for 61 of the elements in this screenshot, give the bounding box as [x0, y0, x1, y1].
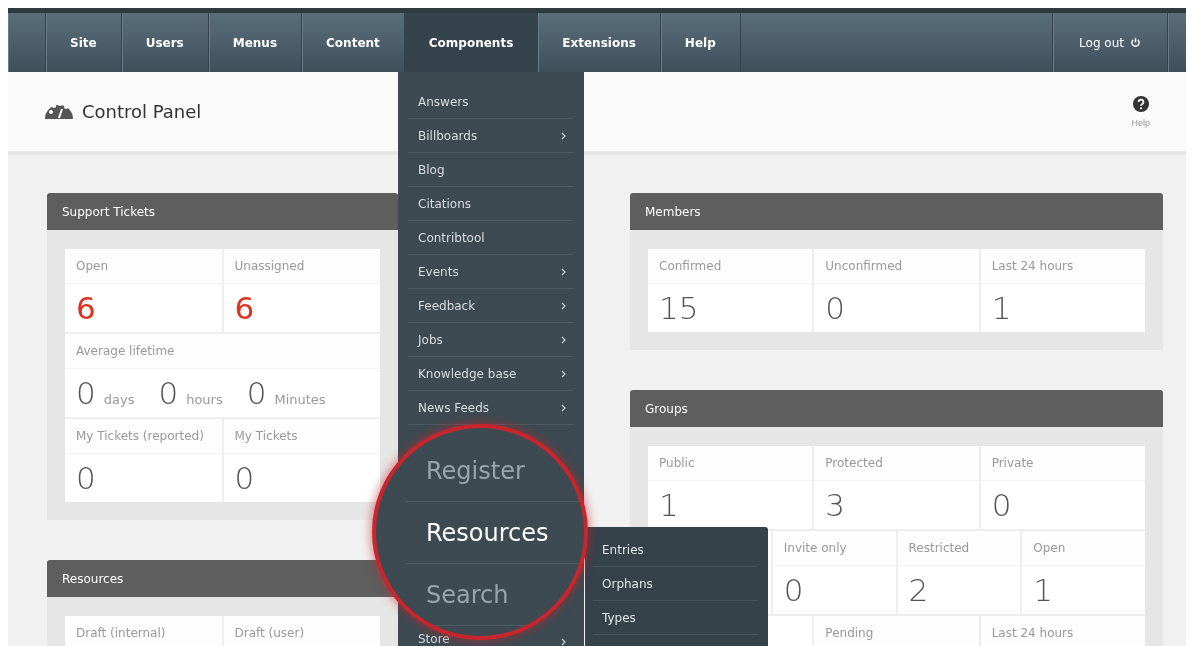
stat-value: 0: [991, 487, 1012, 523]
panel-title: Members: [645, 204, 701, 219]
menu-item[interactable]: Jobs: [408, 323, 574, 357]
stat-label: Confirmed: [659, 259, 722, 273]
stat-label: Unassigned: [234, 259, 305, 273]
menu-item[interactable]: Blog: [408, 153, 574, 187]
submenu-item[interactable]: Orphans: [593, 567, 758, 601]
stat-label: Protected: [825, 456, 883, 470]
menu-item[interactable]: Knowledge base: [408, 357, 574, 391]
stat-value: 2: [908, 572, 929, 608]
stat-label: Pending: [825, 626, 874, 640]
stat-label: Average lifetime: [76, 344, 175, 358]
stat-value: 6: [234, 290, 255, 326]
duration-unit: days: [103, 392, 135, 407]
stat-value: 0: [76, 460, 96, 496]
panel-title: Resources: [62, 571, 124, 586]
stat-label: Open: [76, 259, 109, 273]
duration-unit: hours: [186, 392, 223, 407]
stat-label: Last 24 hours: [991, 259, 1074, 273]
menu-item[interactable]: Answers: [408, 85, 574, 119]
power-icon: [1130, 37, 1141, 48]
dashboard-gauge-icon: [44, 103, 74, 120]
help-icon: [1132, 95, 1149, 112]
stat-value: 0: [783, 572, 804, 608]
stat-label: Restricted: [908, 541, 970, 555]
stat-label: My Tickets (reported): [76, 429, 204, 443]
nav-tab[interactable]: Components: [404, 13, 539, 72]
stat-label: Private: [991, 456, 1034, 470]
menu-item[interactable]: Contribtool: [408, 221, 574, 255]
menu-item[interactable]: Citations: [408, 187, 574, 221]
duration-unit: Minutes: [274, 392, 326, 407]
stat-label: Open: [1033, 541, 1066, 555]
stat-value: 1: [1033, 572, 1053, 608]
stat-label: Unconfirmed: [825, 259, 903, 273]
menu-item[interactable]: Feedback: [408, 289, 574, 323]
menu-item[interactable]: Register: [406, 440, 580, 502]
stat-value: 3: [825, 487, 846, 523]
submenu-item[interactable]: Entries: [593, 533, 758, 567]
stat-label: Draft (internal): [76, 626, 166, 640]
duration-value: 0: [158, 375, 179, 411]
stat-label: Public: [659, 456, 695, 470]
stat-label: Draft (user): [234, 626, 305, 640]
menu-item[interactable]: Billboards: [408, 119, 574, 153]
menu-item[interactable]: Search: [406, 564, 580, 626]
stat-label: Last 24 hours: [991, 626, 1074, 640]
stat-value: 0: [234, 460, 255, 496]
submenu-item[interactable]: Types: [593, 601, 758, 635]
stat-value: 1: [659, 487, 679, 523]
stat-label: My Tickets: [234, 429, 298, 443]
stat-value: 6: [76, 290, 96, 326]
duration-value: 0: [246, 375, 267, 411]
stat-value: 15: [659, 290, 699, 326]
duration-value: 0: [76, 375, 96, 411]
stat-label: Invite only: [783, 541, 847, 555]
page-title: Control Panel: [82, 101, 202, 122]
stat-value: 1: [991, 290, 1012, 326]
menu-item[interactable]: Resources: [406, 502, 580, 564]
panel-title: Groups: [645, 401, 688, 416]
panel-title: Support Tickets: [62, 204, 155, 219]
menu-item[interactable]: Events: [408, 255, 574, 289]
stat-value: 0: [825, 290, 846, 326]
